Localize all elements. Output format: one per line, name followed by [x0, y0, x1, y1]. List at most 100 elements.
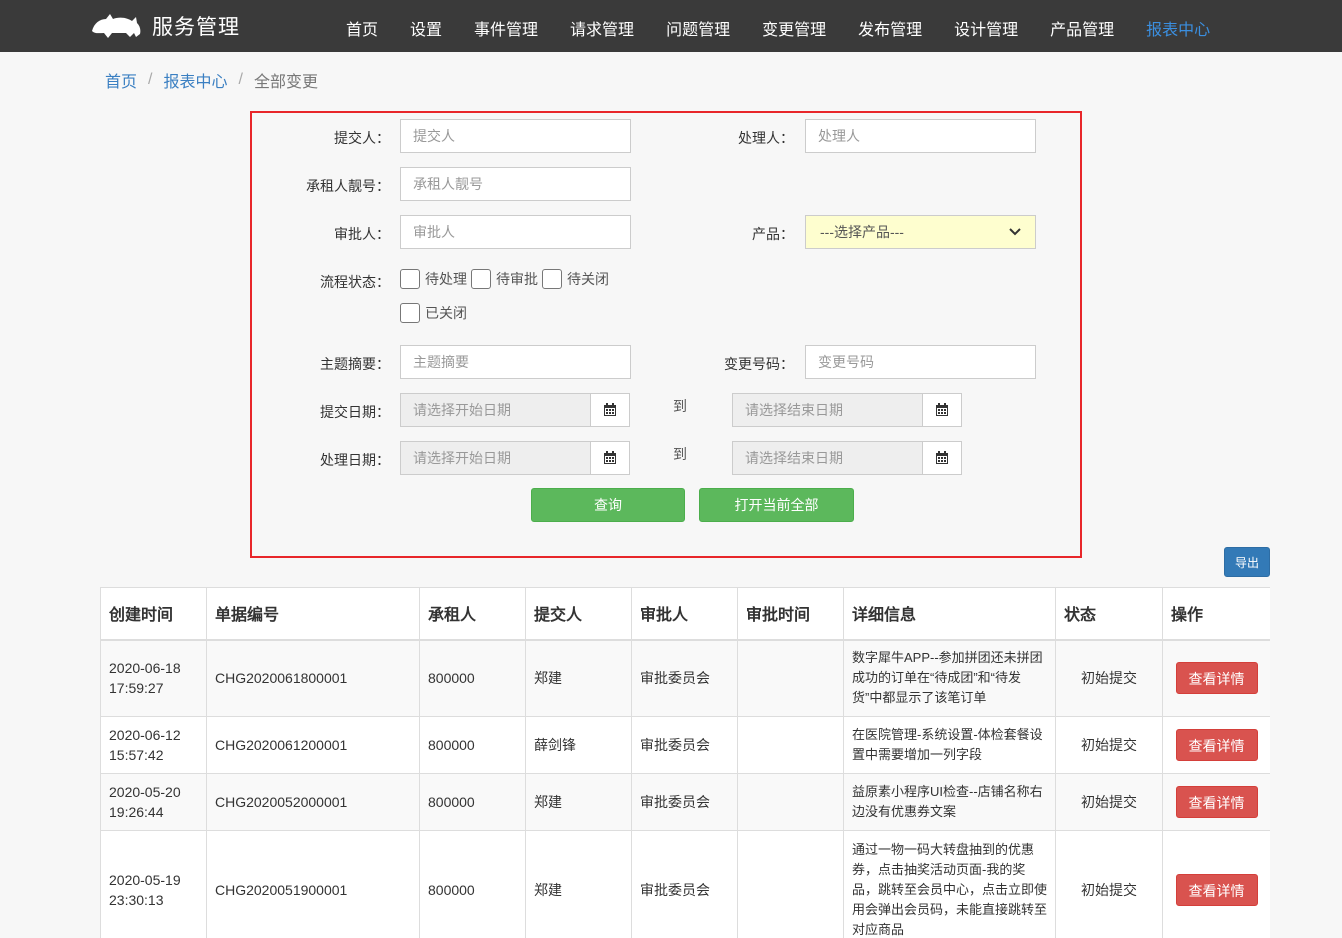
submitter-input[interactable] — [400, 119, 631, 153]
table-row: 2020-06-18 17:59:27 CHG2020061800001 800000… — [100, 639, 1270, 717]
status-cell: 初始提交 — [1055, 773, 1163, 831]
checkbox-box[interactable] — [542, 269, 562, 289]
nav-item[interactable]: 事件管理 — [458, 0, 554, 52]
view-details-button[interactable]: 查看详情 — [1175, 729, 1258, 761]
created-time-cell: 2020-06-12 15:57:42 — [100, 716, 207, 774]
created-time-cell: 2020-06-18 17:59:27 — [100, 639, 207, 717]
column-header: 审批人 — [631, 587, 738, 641]
checkbox-box[interactable] — [400, 269, 420, 289]
product-select[interactable]: ---选择产品--- — [805, 215, 1036, 249]
created-time: 15:57:42 — [109, 747, 164, 763]
ticket-number-cell: CHG2020061800001 — [206, 639, 420, 717]
view-details-button[interactable]: 查看详情 — [1175, 873, 1258, 906]
calendar-icon — [604, 403, 616, 416]
created-time: 17:59:27 — [109, 680, 164, 697]
process-status-label: 流程状态： — [320, 274, 390, 290]
nav-item[interactable]: 设计管理 — [938, 0, 1034, 52]
created-date: 2020-05-19 — [109, 871, 181, 888]
view-details-button[interactable]: 查看详情 — [1175, 786, 1258, 818]
brand[interactable]: 服务管理 — [90, 10, 240, 42]
ticket-number-cell: CHG2020061200001 — [206, 716, 420, 774]
column-header: 承租人 — [419, 587, 526, 641]
chevron-down-icon — [1009, 228, 1021, 236]
created-time-cell: 2020-05-20 19:26:44 — [100, 773, 207, 831]
handler-input[interactable] — [805, 119, 1036, 153]
column-header: 操作 — [1162, 587, 1270, 641]
table-header-row: 创建时间 单据编号 承租人 提交人 审批人 审批时间 详细信息 状态 操作 — [100, 587, 1270, 641]
tenant-cell: 800000 — [419, 639, 526, 717]
export-button[interactable]: 导出 — [1224, 547, 1270, 577]
checkbox-label: 待关闭 — [567, 271, 609, 287]
checkbox-label: 待审批 — [496, 271, 538, 287]
nav-item[interactable]: 发布管理 — [842, 0, 938, 52]
date-range-to-label: 到 — [673, 398, 687, 414]
checkbox-label: 待处理 — [425, 271, 467, 287]
nav-item[interactable]: 问题管理 — [650, 0, 746, 52]
submitter-label: 提交人： — [334, 130, 390, 146]
open-all-button[interactable]: 打开当前全部 — [699, 488, 854, 522]
table-body: 2020-06-18 17:59:27 CHG2020061800001 800000… — [100, 639, 1270, 938]
column-header: 创建时间 — [100, 587, 207, 641]
approve-time-cell — [737, 716, 844, 774]
approver-cell: 审批委员会 — [631, 716, 738, 774]
change-table-container: 创建时间 单据编号 承租人 提交人 审批人 审批时间 详细信息 状态 操作 2020-06-18… — [100, 587, 1270, 938]
submit-date-end-input[interactable] — [732, 393, 923, 427]
nav-item[interactable]: 请求管理 — [554, 0, 650, 52]
created-date: 2020-06-18 — [109, 660, 181, 677]
breadcrumb-separator: / — [148, 71, 153, 88]
change-table: 创建时间 单据编号 承租人 提交人 审批人 审批时间 详细信息 状态 操作 2020-06-18… — [100, 587, 1270, 938]
status-awaiting-approval-checkbox[interactable]: 待审批 — [471, 269, 538, 289]
checkbox-box[interactable] — [400, 303, 420, 323]
created-date: 2020-06-12 — [109, 727, 181, 743]
submit-date-start-calendar-button[interactable] — [590, 393, 630, 427]
nav-item[interactable]: 变更管理 — [746, 0, 842, 52]
status-awaiting-close-checkbox[interactable]: 待关闭 — [542, 269, 609, 289]
created-date: 2020-05-20 — [109, 784, 181, 800]
subject-input[interactable] — [400, 345, 631, 379]
handle-date-end-calendar-button[interactable] — [922, 441, 962, 475]
status-cell: 初始提交 — [1055, 716, 1163, 774]
approver-input[interactable] — [400, 215, 631, 249]
table-row: 2020-06-12 15:57:42 CHG2020061200001 800000… — [100, 716, 1270, 774]
date-range-to-label: 到 — [673, 446, 687, 462]
breadcrumb-separator: / — [238, 71, 243, 88]
action-cell: 查看详情 — [1162, 639, 1270, 717]
column-header: 提交人 — [525, 587, 632, 641]
change-number-input[interactable] — [805, 345, 1036, 379]
handler-label: 处理人： — [738, 130, 794, 146]
breadcrumb-report-center[interactable]: 报表中心 — [163, 68, 227, 92]
nav-item[interactable]: 首页 — [330, 0, 394, 52]
breadcrumb-home[interactable]: 首页 — [105, 68, 137, 92]
status-cell: 初始提交 — [1055, 830, 1163, 938]
detail-cell: 在医院管理-系统设置-体检套餐设置中需要增加一列字段 — [843, 716, 1056, 774]
tenant-input[interactable] — [400, 167, 631, 201]
ticket-number-cell: CHG2020051900001 — [206, 830, 420, 938]
detail-cell: 数字犀牛APP--参加拼团还未拼团成功的订单在“待成团”和“待发货”中都显示了该… — [843, 639, 1056, 717]
approve-time-cell — [737, 773, 844, 831]
submit-date-start-input[interactable] — [400, 393, 591, 427]
main-nav: 首页 设置 事件管理 请求管理 问题管理 变更管理 发布管理 设计管理 产品管理 报表中心 — [330, 0, 1226, 52]
status-closed-checkbox[interactable]: 已关闭 — [400, 303, 467, 323]
nav-item[interactable]: 报表中心 — [1130, 0, 1226, 52]
handle-date-label: 处理日期： — [320, 452, 390, 468]
checkbox-box[interactable] — [471, 269, 491, 289]
view-details-button[interactable]: 查看详情 — [1175, 662, 1258, 695]
tenant-label: 承租人靓号： — [306, 178, 390, 194]
calendar-icon — [936, 451, 948, 464]
created-time-cell: 2020-05-19 23:30:13 — [100, 830, 207, 938]
action-cell: 查看详情 — [1162, 830, 1270, 938]
subject-label: 主题摘要： — [320, 356, 390, 372]
handle-date-end-input[interactable] — [732, 441, 923, 475]
breadcrumb: 首页 / 报表中心 / 全部变更 — [105, 68, 318, 92]
created-time: 19:26:44 — [109, 804, 164, 820]
breadcrumb-current: 全部变更 — [253, 74, 318, 91]
submit-date-end-calendar-button[interactable] — [922, 393, 962, 427]
query-button[interactable]: 查询 — [531, 488, 685, 522]
brand-title: 服务管理 — [152, 16, 240, 39]
handle-date-start-calendar-button[interactable] — [590, 441, 630, 475]
status-pending-checkbox[interactable]: 待处理 — [400, 269, 467, 289]
nav-item[interactable]: 产品管理 — [1034, 0, 1130, 52]
nav-item[interactable]: 设置 — [394, 0, 458, 52]
handle-date-start-input[interactable] — [400, 441, 591, 475]
approve-time-cell — [737, 830, 844, 938]
